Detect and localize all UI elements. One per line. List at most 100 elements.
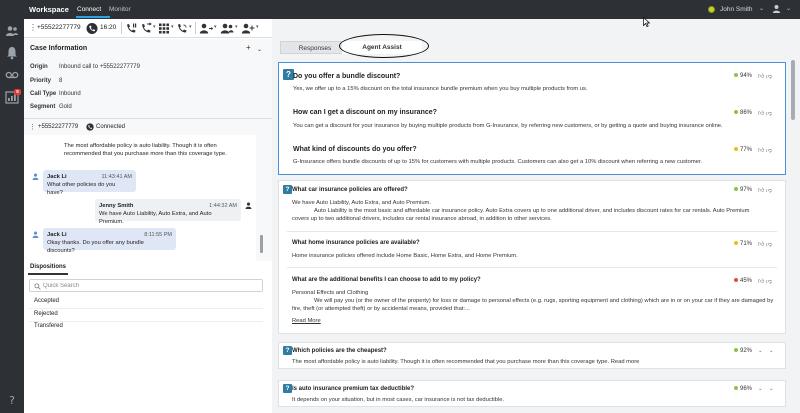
annotation-ellipse — [339, 34, 429, 58]
chat-message: Jack Li 8:11:55 PM Okay thanks. Do you o… — [43, 228, 176, 254]
agent-assist-scrollbar[interactable] — [791, 60, 795, 120]
chevron-down-icon[interactable]: ▾ — [214, 24, 217, 30]
segment-label: Segment — [30, 104, 56, 110]
message-text: Okay thanks. Do you offer any bundle dis… — [47, 240, 144, 254]
suggestion-question[interactable]: Which policies are the cheapest? — [292, 348, 387, 354]
suggestion-answer: fire, theft (or attempted theft) or by a… — [292, 306, 470, 312]
thumbs-rating[interactable]: 👍︎ 👎︎ — [758, 186, 772, 194]
help-icon[interactable]: ? — [5, 393, 19, 407]
phone-call-icon[interactable] — [86, 22, 98, 35]
chevron-down-icon[interactable]: ▾ — [171, 24, 174, 30]
chevron-down-icon[interactable]: ▾ — [235, 24, 238, 30]
suggestion-card: ? What car insurance policies are offere… — [278, 180, 786, 334]
status-indicator[interactable] — [708, 6, 715, 13]
tab-monitor[interactable]: Monitor — [109, 6, 131, 13]
suggestion-question[interactable]: What home insurance policies are availab… — [292, 240, 420, 246]
chevron-down-icon[interactable]: ⌄ — [759, 5, 764, 12]
user-icon[interactable] — [772, 4, 781, 13]
suggestion-answer: G-Insurance offers bundle discounts of u… — [293, 159, 703, 165]
question-badge-icon: ? — [283, 384, 292, 393]
thumbs-rating[interactable]: 👍︎ 👎︎ — [758, 146, 772, 154]
suggestion-question[interactable]: Is auto insurance premium tax deductible… — [292, 386, 414, 392]
thumbs-rating[interactable]: 👍︎ 👎︎ — [758, 277, 772, 285]
disposition-accepted[interactable]: Accepted — [34, 298, 59, 304]
search-icon — [34, 283, 41, 290]
call-type-value: Inbound — [59, 91, 81, 97]
confidence-score: 94% — [734, 73, 752, 79]
suggestion-answer: You can get a discount for your insuranc… — [293, 123, 723, 129]
voicemail-icon[interactable] — [5, 68, 19, 82]
toolbar-divider — [121, 22, 122, 34]
more-options-icon[interactable]: ⋮ — [29, 23, 37, 32]
confidence-dot — [734, 73, 738, 78]
thumbs-rating[interactable]: 👍︎ 👎︎ — [758, 72, 772, 80]
svg-text:?: ? — [9, 394, 15, 407]
chevron-down-icon[interactable]: ▾ — [256, 24, 259, 30]
chevron-down-icon[interactable]: ⌄ — [769, 386, 774, 392]
add-icon[interactable]: + — [246, 43, 251, 52]
confidence-value: 45% — [740, 278, 753, 284]
dialpad-icon[interactable] — [158, 22, 170, 35]
message-text: We have Auto Liability, Auto Extra, and … — [99, 211, 212, 225]
contacts-icon[interactable] — [5, 24, 19, 38]
message-sender: Jack Li — [47, 232, 67, 238]
suggestion-card: ? Is auto insurance premium tax deductib… — [278, 380, 786, 407]
question-badge-icon: ? — [283, 185, 292, 194]
toolbar-divider — [195, 22, 196, 34]
confidence-value: 92% — [740, 348, 753, 354]
consult-agent-icon[interactable] — [220, 22, 234, 35]
hold-call-icon[interactable] — [125, 22, 137, 35]
dispositions-panel: Dispositions Accepted Rejected Transfere… — [24, 261, 272, 413]
origin-label: Origin — [30, 64, 48, 70]
confidence-value: 97% — [740, 187, 753, 193]
disposition-rejected[interactable]: Rejected — [34, 311, 58, 317]
tab-connect[interactable]: Connect — [77, 6, 101, 13]
suggestion-card-featured: ? Do you offer a bundle discount? 94% 👍︎… — [278, 62, 786, 175]
quick-search-input[interactable] — [43, 282, 253, 290]
chat-message: Jack Li 11:43:41 AM What other policies … — [43, 170, 136, 196]
call-status: Connected — [96, 124, 126, 130]
chevron-down-icon[interactable]: ⌄ — [758, 348, 763, 354]
disposition-transfered[interactable]: Transfered — [34, 323, 63, 329]
answer-text: The most affordable policy is auto liabi… — [292, 359, 610, 365]
read-more-link[interactable]: Read More — [292, 318, 321, 324]
conference-call-icon[interactable] — [176, 22, 188, 35]
list-divider — [29, 321, 263, 322]
suggestion-answer: We will pay you (or the owner of the pro… — [314, 298, 774, 304]
confidence-score: 97% — [734, 187, 752, 193]
suggestion-question[interactable]: What car insurance policies are offered? — [292, 187, 408, 193]
confidence-value: 71% — [740, 241, 753, 247]
chevron-down-icon[interactable]: ⌄ — [786, 5, 791, 12]
suggestion-card: ? Which policies are the cheapest? 92% ⌄… — [278, 342, 786, 369]
customer-avatar-icon — [32, 231, 39, 238]
chevron-down-icon[interactable]: ⌄ — [257, 46, 262, 53]
customer-avatar-icon — [32, 173, 39, 180]
chevron-down-icon[interactable]: ▾ — [189, 24, 192, 30]
question-badge-icon: ? — [283, 346, 292, 355]
user-name[interactable]: John Smith — [720, 6, 753, 13]
more-options-icon[interactable]: ⋮ — [29, 123, 36, 131]
suggestion-question[interactable]: What are the additional benefits I can c… — [292, 277, 481, 283]
confidence-score: 92% — [734, 348, 752, 354]
suggestion-question[interactable]: How can I get a discount on my insurance… — [293, 109, 437, 116]
priority-value: 8 — [59, 78, 63, 84]
chevron-down-icon[interactable]: ▾ — [153, 24, 156, 30]
suggestion-question[interactable]: What kind of discounts do you offer? — [293, 146, 417, 153]
alert-icon[interactable] — [5, 46, 19, 60]
add-participant-icon[interactable] — [241, 22, 255, 35]
thumbs-rating[interactable]: 👍︎ 👎︎ — [758, 240, 772, 248]
read-more-link[interactable]: Read more — [611, 359, 640, 365]
suggestion-question[interactable]: Do you offer a bundle discount? — [293, 73, 400, 80]
transfer-call-icon[interactable] — [140, 22, 152, 35]
chevron-down-icon[interactable]: ⌄ — [758, 386, 763, 392]
thumbs-rating[interactable]: 👍︎ 👎︎ — [758, 109, 772, 117]
mouse-cursor-icon — [643, 17, 650, 27]
top-bar: Workspace Connect Monitor John Smith ⌄ ⌄ — [0, 0, 800, 19]
active-call-line: ⋮ +55522277779 Connected — [24, 122, 272, 134]
transcript-scrollbar[interactable] — [260, 235, 263, 253]
call-toolbar: ⋮ +55522277779 16:20 ▾ ▾ ▾ ▾ ▾ ▾ — [24, 19, 272, 38]
quick-search-box[interactable] — [29, 279, 263, 292]
chevron-down-icon[interactable]: ⌄ — [769, 348, 774, 354]
tab-dispositions[interactable]: Dispositions — [30, 264, 66, 270]
transfer-agent-icon[interactable] — [199, 22, 213, 35]
